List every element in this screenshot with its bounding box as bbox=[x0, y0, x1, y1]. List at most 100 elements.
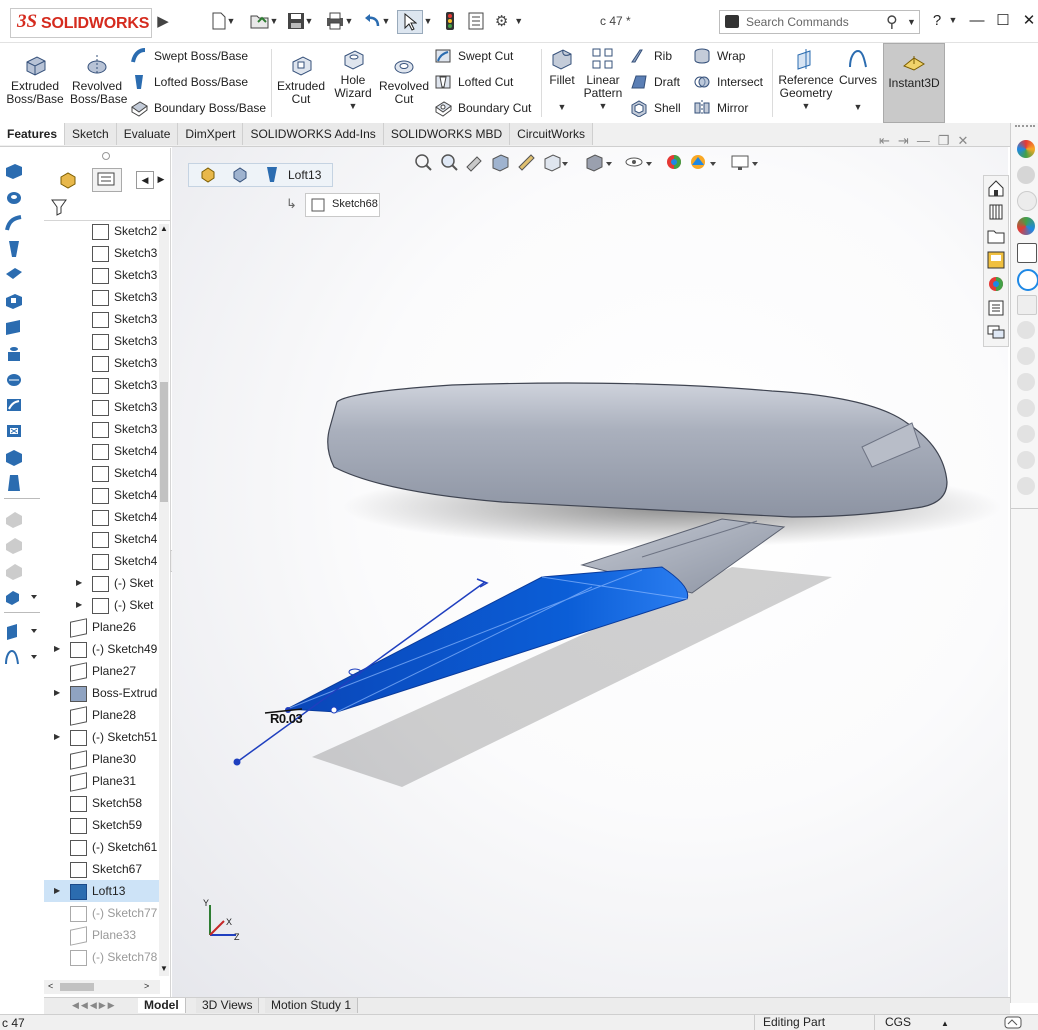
scroll-down-arrow[interactable]: ▼ bbox=[160, 964, 168, 973]
tree-item[interactable]: Sketch3 bbox=[44, 308, 164, 330]
tab-scroll-arrows[interactable]: ◀◀◀▶▶ bbox=[72, 1000, 117, 1011]
reference-geometry-dropdown-arrow[interactable]: ▼ bbox=[776, 100, 836, 113]
revolved-cut-button[interactable]: Revolved Cut bbox=[378, 53, 430, 106]
print-button[interactable]: ▼ bbox=[321, 10, 357, 32]
tab-3d-views[interactable]: 3D Views bbox=[196, 998, 260, 1013]
design-library-icon[interactable] bbox=[987, 203, 1005, 221]
extruded-boss-shortcut-icon[interactable] bbox=[4, 162, 24, 180]
tab-sketch[interactable]: Sketch bbox=[65, 123, 117, 145]
breadcrumb-sketch-label[interactable]: Sketch68 bbox=[332, 198, 378, 210]
breadcrumb[interactable]: Loft13 bbox=[188, 163, 333, 187]
search-icon[interactable]: ⚲ bbox=[886, 12, 898, 32]
file-properties-icon[interactable] bbox=[466, 10, 486, 32]
hole-wizard-button[interactable]: Hole Wizard ▼ bbox=[330, 47, 376, 113]
tree-item[interactable]: Plane28 bbox=[44, 704, 164, 726]
draft-shortcut-icon[interactable] bbox=[4, 474, 24, 492]
draft-button[interactable]: Draft bbox=[630, 72, 680, 92]
target-crosshair-icon[interactable] bbox=[1017, 269, 1038, 291]
help-button[interactable]: ? bbox=[926, 9, 948, 31]
shell-shortcut-icon[interactable] bbox=[4, 448, 24, 466]
curves-button[interactable]: Curves ▼ bbox=[839, 47, 877, 114]
select-button[interactable] bbox=[397, 10, 423, 34]
tree-item[interactable]: ▶ Boss-Extrud bbox=[44, 682, 164, 704]
search-dropdown-arrow[interactable]: ▼ bbox=[907, 17, 916, 27]
tree-item[interactable]: Sketch4 bbox=[44, 528, 164, 550]
tree-item-selected[interactable]: ▶ Loft13 bbox=[44, 880, 164, 902]
tab-model[interactable]: Model bbox=[138, 998, 186, 1013]
tree-item[interactable]: Sketch67 bbox=[44, 858, 164, 880]
lofted-cut-button[interactable]: Lofted Cut bbox=[434, 72, 513, 92]
plane-shortcut-icon[interactable] bbox=[4, 318, 24, 336]
rib-button[interactable]: Rib bbox=[630, 46, 672, 66]
extruded-cut-shortcut-icon[interactable] bbox=[4, 292, 24, 310]
tree-item[interactable]: Plane26 bbox=[44, 616, 164, 638]
edit-document-icon[interactable] bbox=[1017, 243, 1037, 263]
swept-boss-button[interactable]: Swept Boss/Base bbox=[130, 46, 248, 66]
tree-item[interactable]: Sketch4 bbox=[44, 484, 164, 506]
tree-item[interactable]: ▶ (-) Sketch51 bbox=[44, 726, 164, 748]
maximize-window-button[interactable]: ☐ bbox=[992, 9, 1014, 31]
tree-item[interactable]: (-) Sketch77 bbox=[44, 902, 164, 924]
tree-item[interactable]: Sketch58 bbox=[44, 792, 164, 814]
pattern-dropdown-icon[interactable] bbox=[4, 588, 38, 606]
boundary-cut-button[interactable]: Boundary Cut bbox=[434, 98, 531, 118]
feature-manager-tab-icon[interactable] bbox=[58, 171, 78, 189]
tab-solidworks-add-ins[interactable]: SOLIDWORKS Add-Ins bbox=[243, 123, 384, 145]
tree-item[interactable]: Sketch3 bbox=[44, 286, 164, 308]
body-breadcrumb-icon[interactable] bbox=[231, 166, 249, 184]
fillet-dropdown-arrow[interactable]: ▼ bbox=[546, 101, 578, 114]
tree-item[interactable]: Sketch59 bbox=[44, 814, 164, 836]
reference-geometry-dropdown-icon[interactable] bbox=[4, 622, 38, 640]
tree-item[interactable]: Sketch4 bbox=[44, 550, 164, 572]
rebuild-traffic-light-icon[interactable] bbox=[441, 10, 459, 32]
tree-tab-left-arrow[interactable]: ◀ bbox=[136, 171, 154, 189]
revolved-boss-shortcut-icon[interactable] bbox=[4, 188, 24, 206]
expand-arrow-icon[interactable]: ▶ bbox=[76, 594, 82, 616]
tab-features[interactable]: Features bbox=[0, 123, 66, 145]
revolved-boss-button[interactable]: Revolved Boss/Base bbox=[70, 53, 127, 106]
hole-wizard-dropdown-arrow[interactable]: ▼ bbox=[330, 100, 376, 113]
home-icon[interactable] bbox=[987, 179, 1005, 197]
undo-button[interactable]: ▼ bbox=[359, 10, 393, 32]
linear-pattern-button[interactable]: Linear Pattern ▼ bbox=[582, 47, 624, 113]
property-manager-tab[interactable] bbox=[92, 168, 122, 192]
fillet-button[interactable]: Fillet ▼ bbox=[546, 47, 578, 114]
file-explorer-icon[interactable] bbox=[987, 227, 1005, 245]
lofted-boss-button[interactable]: Lofted Boss/Base bbox=[130, 72, 248, 92]
tree-item[interactable]: Sketch4 bbox=[44, 462, 164, 484]
part-breadcrumb-icon[interactable] bbox=[199, 166, 217, 184]
appearances-icon[interactable] bbox=[987, 275, 1005, 293]
sketch-point-mid[interactable] bbox=[330, 706, 338, 714]
shell-button[interactable]: Shell bbox=[630, 98, 681, 118]
extruded-cut-button[interactable]: Extruded Cut bbox=[275, 53, 327, 106]
tree-item[interactable]: Plane31 bbox=[44, 770, 164, 792]
tree-item[interactable]: Sketch3 bbox=[44, 374, 164, 396]
curves-dropdown-arrow[interactable]: ▼ bbox=[839, 101, 877, 114]
view-palette-icon[interactable] bbox=[987, 251, 1005, 269]
panel-splitter-dot[interactable] bbox=[102, 152, 110, 160]
sketch-point-end[interactable] bbox=[233, 758, 241, 766]
tree-horizontal-scrollbar[interactable]: < > bbox=[44, 980, 160, 994]
tree-item[interactable]: Sketch3 bbox=[44, 352, 164, 374]
swept-cut-shortcut-icon[interactable] bbox=[4, 396, 24, 414]
tree-item[interactable]: Sketch2 bbox=[44, 220, 164, 242]
wrap-button[interactable]: Wrap bbox=[693, 46, 745, 66]
tree-item[interactable]: Sketch4 bbox=[44, 506, 164, 528]
swept-boss-shortcut-icon[interactable] bbox=[4, 214, 24, 232]
tab-dimxpert[interactable]: DimXpert bbox=[178, 123, 244, 145]
save-button[interactable]: ▼ bbox=[283, 10, 317, 32]
scroll-left-arrow[interactable]: < bbox=[48, 981, 53, 991]
breadcrumb-sketch[interactable]: Sketch68 bbox=[305, 193, 380, 217]
tree-item[interactable]: Plane33 bbox=[44, 924, 164, 946]
expand-arrow-icon[interactable]: ▶ bbox=[54, 726, 60, 748]
expand-menu-arrow-icon[interactable]: ▶ bbox=[157, 10, 169, 32]
tree-item[interactable]: ▶ (-) Sketch49 bbox=[44, 638, 164, 660]
forum-icon[interactable] bbox=[987, 323, 1005, 341]
scroll-thumb[interactable] bbox=[160, 382, 168, 502]
tab-circuitworks[interactable]: CircuitWorks bbox=[510, 123, 593, 145]
reference-geometry-button[interactable]: Reference Geometry ▼ bbox=[776, 47, 836, 113]
intersect-button[interactable]: Intersect bbox=[693, 72, 763, 92]
expand-arrow-icon[interactable]: ▶ bbox=[54, 638, 60, 660]
rebuild-status-icon[interactable] bbox=[1004, 1016, 1022, 1029]
revolved-cut-shortcut-icon[interactable] bbox=[4, 370, 24, 388]
